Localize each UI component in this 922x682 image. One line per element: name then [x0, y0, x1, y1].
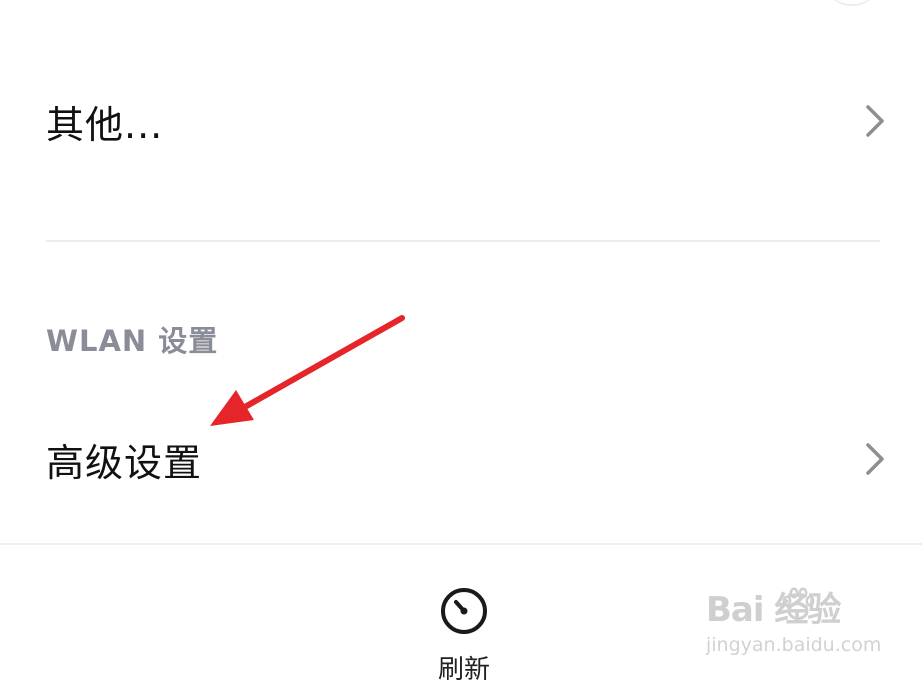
watermark-url: jingyan.baidu.com [706, 634, 882, 656]
baidu-jingyan-watermark: Bai 经验 jingyan.baidu.com [706, 582, 896, 672]
watermark-brand: Bai 经验 [706, 590, 841, 630]
advanced-settings-row[interactable]: 高级设置 [0, 414, 922, 504]
chevron-right-icon [866, 443, 884, 475]
refresh-button[interactable]: 刷新 [422, 585, 506, 682]
divider [46, 240, 880, 242]
advanced-settings-label: 高级设置 [46, 440, 203, 485]
wlan-settings-screen: 其他... WLAN 设置 高级设置 刷新 Bai 经验 jingyan.bai… [0, 0, 922, 682]
wlan-settings-section-header: WLAN 设置 [46, 324, 219, 358]
toggle-edge [822, 0, 882, 6]
chevron-right-icon [866, 105, 884, 137]
red-arrow-annotation [210, 315, 405, 426]
refresh-icon [441, 588, 487, 634]
other-networks-row[interactable]: 其他... [0, 76, 922, 166]
paw-logo-icon [782, 587, 815, 620]
other-networks-label: 其他... [46, 102, 164, 147]
refresh-label: 刷新 [437, 655, 490, 682]
